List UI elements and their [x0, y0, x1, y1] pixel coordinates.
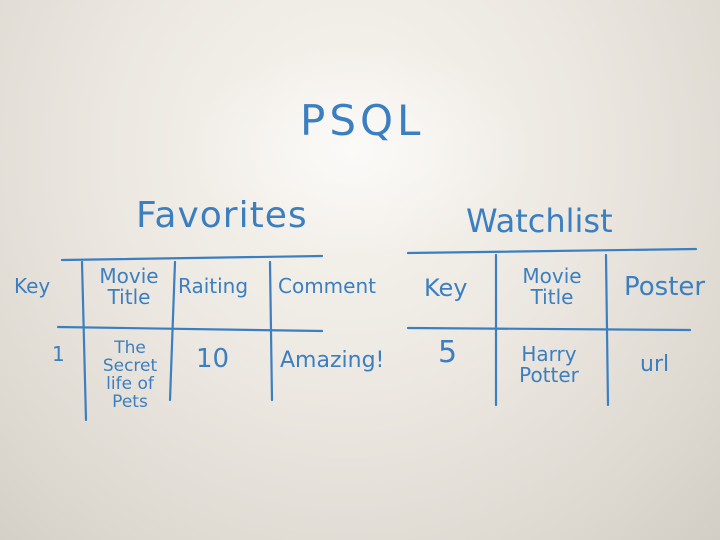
watchlist-title: Watchlist — [466, 202, 613, 240]
favorites-cell-key: 1 — [52, 342, 65, 366]
favorites-cell-comment: Amazing! — [280, 348, 385, 373]
favorites-header-comment: Comment — [278, 274, 376, 298]
watchlist-header-movie-title: Movie Title — [522, 264, 582, 309]
watchlist-divider-2 — [604, 253, 610, 407]
watchlist-header-poster: Poster — [624, 272, 706, 302]
favorites-header-rule — [56, 325, 324, 333]
favorites-top-rule — [60, 254, 324, 262]
watchlist-cell-poster: url — [640, 352, 670, 377]
favorites-divider-3 — [268, 260, 274, 402]
favorites-cell-raiting: 10 — [196, 344, 230, 374]
favorites-header-raiting: Raiting — [178, 274, 249, 298]
watchlist-header-key: Key — [424, 274, 468, 302]
watchlist-cell-movie-title: Harry Potter — [519, 342, 579, 387]
watchlist-top-rule — [406, 247, 698, 255]
favorites-cell-movie-title: The Secret life of Pets — [102, 338, 158, 412]
board-title: PSQL — [300, 96, 425, 145]
favorites-header-movie-title: Movie Title — [99, 264, 159, 309]
watchlist-header-rule — [406, 326, 692, 332]
whiteboard: PSQL Favorites Key Movie Title Raiting C… — [0, 0, 720, 540]
favorites-title: Favorites — [136, 195, 308, 236]
favorites-header-key: Key — [14, 274, 51, 298]
watchlist-cell-key: 5 — [438, 335, 458, 370]
